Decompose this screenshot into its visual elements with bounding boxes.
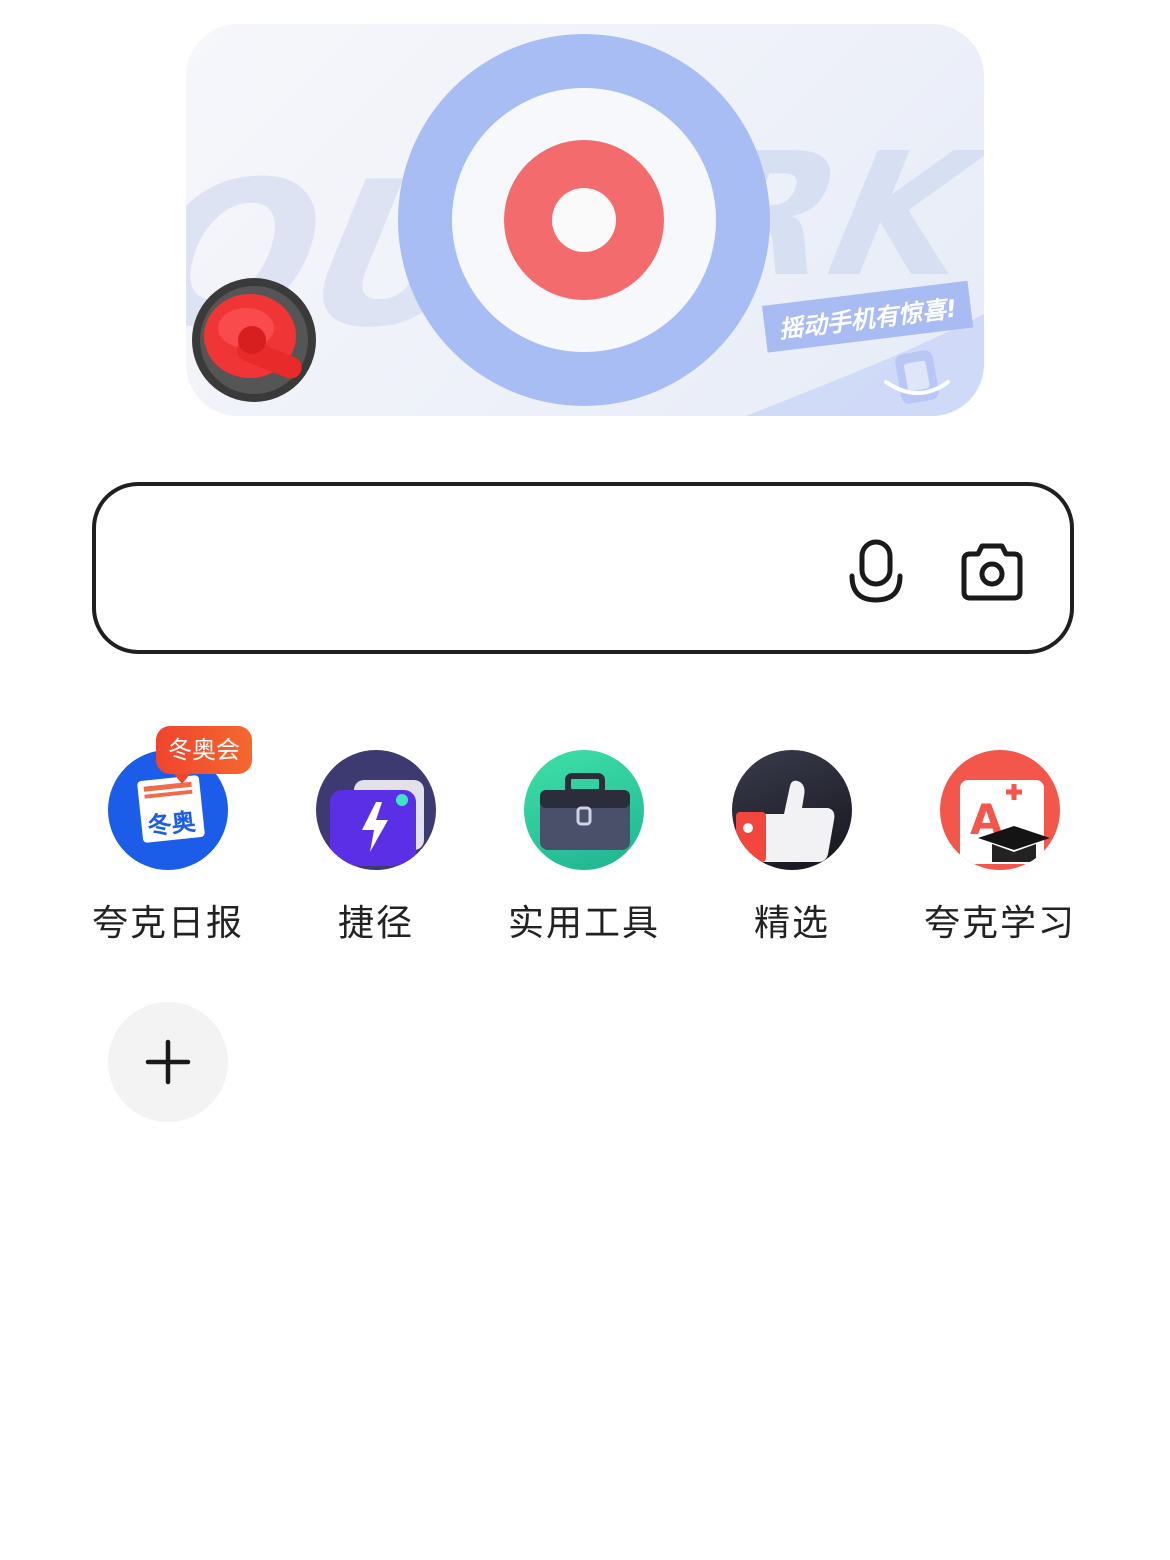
toolbox-icon: [524, 750, 644, 870]
add-shortcut-button[interactable]: [108, 1002, 228, 1122]
svg-text:冬奥: 冬奥: [146, 807, 198, 840]
search-bar[interactable]: [92, 482, 1074, 654]
shortcut-label: 夸克日报: [91, 903, 244, 944]
winter-olympics-badge: 冬奥会: [156, 726, 252, 784]
curling-stone-icon: [192, 278, 316, 402]
quark-banner[interactable]: QU RK 摇动手机有惊喜!: [186, 24, 984, 416]
banner-artwork: QU RK: [186, 34, 984, 416]
camera-icon: [961, 543, 1023, 601]
voice-search-button[interactable]: [844, 538, 908, 606]
shortcut-utilities[interactable]: 实用工具: [484, 750, 684, 946]
shortcut-label: 捷径: [337, 903, 414, 944]
target-center: [552, 188, 616, 252]
shortcut-featured[interactable]: 精选: [692, 750, 892, 946]
camera-search-button[interactable]: [958, 542, 1026, 602]
thumbs-up-icon: [732, 750, 852, 870]
shortcut-quark-study[interactable]: A 夸克学习: [900, 750, 1100, 946]
shortcut-quark-daily[interactable]: 冬奥 夸克日报: [68, 750, 268, 946]
shortcut-label: 精选: [753, 903, 830, 944]
plus-icon: [145, 1039, 191, 1085]
search-input[interactable]: [136, 536, 840, 608]
shortcut-label: 夸克学习: [923, 903, 1076, 944]
shortcut-quick-links[interactable]: 捷径: [276, 750, 476, 946]
shortcut-label: 实用工具: [507, 903, 660, 944]
microphone-icon: [849, 539, 903, 603]
lightning-icon: [316, 750, 436, 870]
study-icon: A: [940, 750, 1060, 870]
